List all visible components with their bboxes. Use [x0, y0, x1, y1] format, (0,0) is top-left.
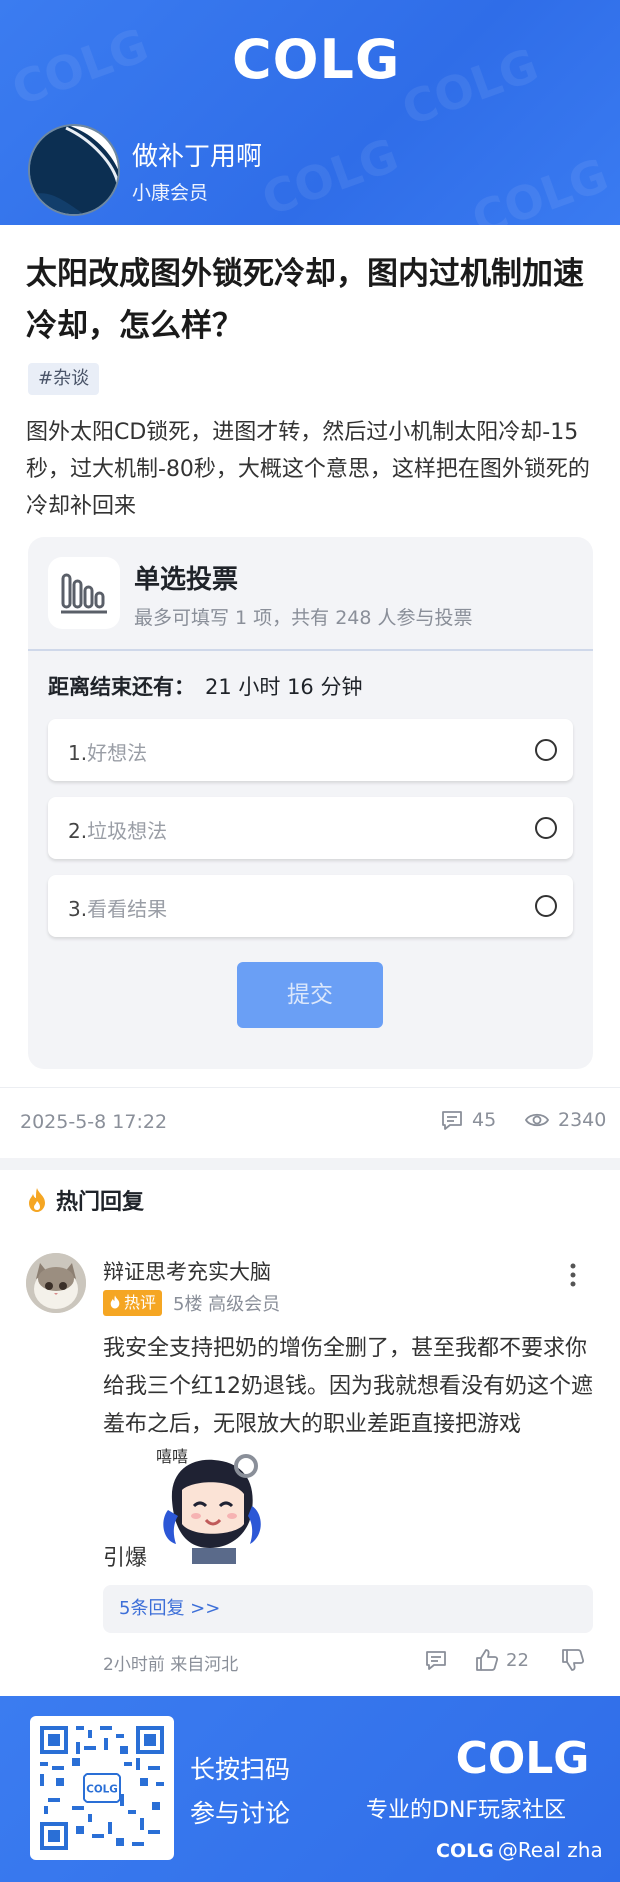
footer-watermark: COLG @Real zha [436, 1838, 603, 1862]
poll-subtitle: 最多可填写 1 项，共有 248 人参与投票 [134, 607, 473, 629]
reply-floor-info: 5楼 高级会员 [173, 1294, 281, 1315]
poll-chart-icon [48, 557, 120, 629]
poll-option-number: 3. [68, 897, 88, 921]
cta-line-2: 参与讨论 [190, 1799, 291, 1828]
view-sub-replies-link[interactable]: 5条回复 >> [103, 1585, 593, 1633]
comment-count[interactable]: 45 [440, 1108, 496, 1132]
poll-option-text: 好想法 [87, 741, 148, 765]
radio-button[interactable] [535, 895, 557, 917]
poll-option-text: 垃圾想法 [87, 819, 168, 843]
fire-icon [110, 1295, 120, 1309]
poll-option-number: 2. [68, 819, 88, 843]
poll-option-label: 1.好想法 [68, 737, 147, 766]
poll-option-label: 3.看看结果 [68, 893, 167, 922]
colg-logo: COLG [232, 28, 401, 91]
view-count: 2340 [524, 1108, 606, 1132]
watermark-decoration: COLG [394, 37, 545, 137]
comment-count-value: 45 [472, 1109, 497, 1131]
post-date: 2025-5-8 17:22 [20, 1111, 168, 1133]
reply-author-avatar[interactable] [26, 1253, 86, 1313]
reply-sticker-image: 嘻嘻 [152, 1440, 274, 1564]
poll-divider [28, 649, 593, 651]
footer-cta: 长按扫码 参与讨论 [190, 1748, 290, 1836]
countdown-label: 距离结束还有： [48, 675, 195, 699]
comment-icon [426, 1651, 446, 1670]
hot-replies-title: 热门回复 [56, 1190, 145, 1215]
thumbs-down-icon [562, 1649, 585, 1671]
reply-text: 我安全支持把奶的增伤全删了，甚至我都不要求你给我三个红12奶退钱。因为我就想看没… [103, 1336, 593, 1437]
poll-option-label: 2.垃圾想法 [68, 815, 167, 844]
author-level: 小康会员 [132, 182, 209, 204]
submit-vote-button[interactable]: 提交 [237, 962, 383, 1028]
section-gap [0, 1158, 620, 1170]
profile-header: COLG COLG COLG COLG COLG 做补丁用啊 小康会员 [0, 0, 620, 225]
reply-like-button[interactable]: 22 [474, 1648, 529, 1672]
reply-author-name[interactable]: 辩证思考充实大脑 [103, 1256, 271, 1286]
post-body: 图外太阳CD锁死，进图才转，然后过小机制太阳冷却-15秒，过大机制-80秒，大概… [26, 420, 590, 519]
fire-icon [29, 1188, 45, 1212]
poll-title: 单选投票 [134, 565, 239, 595]
hot-replies-header: 热门回复 [26, 1184, 144, 1216]
watermark-logo: COLG [436, 1840, 494, 1862]
comment-icon [442, 1111, 462, 1130]
countdown-value: 21 小时 16 分钟 [205, 675, 363, 699]
topic-tag[interactable]: #杂谈 [28, 363, 100, 395]
radio-button[interactable] [535, 817, 557, 839]
poll-option-number: 1. [68, 741, 88, 765]
poll-option-text: 看看结果 [87, 897, 168, 921]
cta-line-1: 长按扫码 [190, 1755, 291, 1784]
reply-comment-button[interactable] [424, 1648, 448, 1677]
post-title: 太阳改成图外锁死冷却，图内过机制加速冷却，怎么样？ [26, 256, 584, 344]
poll-countdown: 距离结束还有： 21 小时 16 分钟 [48, 671, 362, 701]
view-count-value: 2340 [558, 1109, 607, 1131]
sticker-caption: 嘻嘻 [156, 1447, 188, 1466]
eye-icon [524, 1113, 550, 1127]
hot-badge-label: 热评 [124, 1293, 157, 1312]
more-options-icon[interactable] [566, 1262, 580, 1288]
thumbs-up-icon [476, 1649, 499, 1671]
author-name[interactable]: 做补丁用啊 [132, 136, 262, 173]
reply-dislike-button[interactable] [560, 1648, 586, 1677]
reply-text-end: 引爆 [103, 1546, 148, 1571]
poll-option[interactable]: 2.垃圾想法 [48, 797, 573, 859]
colg-logo-footer: COLG [455, 1733, 590, 1784]
qr-code[interactable]: COLG [30, 1716, 174, 1860]
watermark-decoration: COLG [464, 147, 615, 225]
watermark-user: @Real zha [497, 1838, 603, 1862]
poll-option[interactable]: 3.看看结果 [48, 875, 573, 937]
like-count: 22 [506, 1649, 529, 1671]
poll-option[interactable]: 1.好想法 [48, 719, 573, 781]
poll-card: 单选投票 最多可填写 1 项，共有 248 人参与投票 距离结束还有： 21 小时… [28, 537, 593, 1069]
divider [0, 1087, 620, 1088]
qr-logo-text: COLG [86, 1783, 118, 1795]
author-avatar[interactable] [28, 124, 120, 216]
footer-slogan: 专业的DNF玩家社区 [366, 1798, 567, 1823]
radio-button[interactable] [535, 739, 557, 761]
hot-comment-badge: 热评 [103, 1290, 163, 1316]
watermark-decoration: COLG [4, 17, 155, 117]
watermark-decoration: COLG [254, 127, 405, 225]
reply-time-location: 2小时前 来自河北 [103, 1655, 239, 1675]
share-footer: COLG 长按扫码 参与讨论 COLG 专业的DNF玩家社区 COLG @Real… [0, 1696, 620, 1882]
